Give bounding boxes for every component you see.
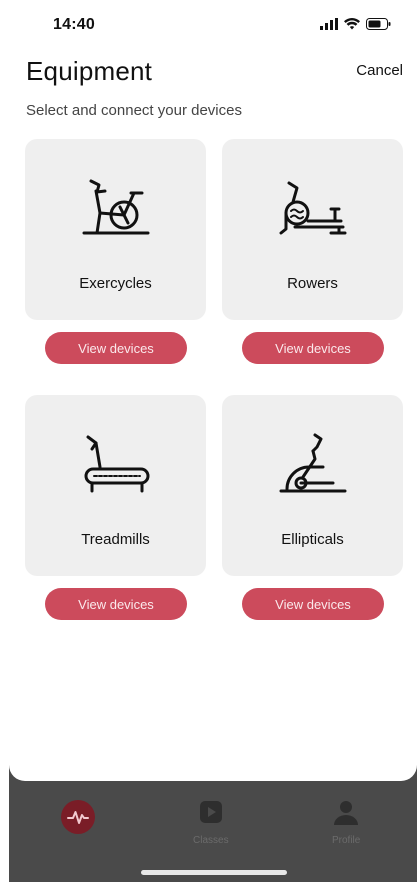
view-devices-button-rowers[interactable]: View devices bbox=[242, 332, 384, 364]
status-icons bbox=[320, 17, 391, 35]
wifi-icon bbox=[344, 17, 360, 35]
play-icon bbox=[199, 800, 223, 831]
status-bar: 14:40 bbox=[0, 0, 417, 50]
battery-icon bbox=[366, 17, 391, 35]
rower-icon bbox=[273, 177, 353, 243]
card-rowers[interactable]: Rowers bbox=[222, 139, 403, 320]
card-label: Treadmills bbox=[81, 531, 150, 548]
exercycle-icon bbox=[76, 177, 156, 243]
tab-label: Profile bbox=[332, 835, 361, 846]
cellular-signal-icon bbox=[320, 17, 338, 35]
card-treadmills[interactable]: Treadmills bbox=[25, 395, 206, 576]
cancel-button[interactable]: Cancel bbox=[356, 62, 403, 79]
tab-classes[interactable]: Classes bbox=[193, 800, 229, 846]
view-devices-button-treadmills[interactable]: View devices bbox=[45, 588, 187, 620]
card-label: Exercycles bbox=[79, 275, 152, 292]
card-label: Rowers bbox=[287, 275, 338, 292]
card-label: Ellipticals bbox=[281, 531, 344, 548]
card-ellipticals[interactable]: Ellipticals bbox=[222, 395, 403, 576]
card-exercycles[interactable]: Exercycles bbox=[25, 139, 206, 320]
home-indicator bbox=[141, 870, 287, 875]
elliptical-icon bbox=[273, 433, 353, 499]
activity-icon bbox=[61, 800, 95, 839]
view-devices-button-ellipticals[interactable]: View devices bbox=[242, 588, 384, 620]
status-time: 14:40 bbox=[53, 16, 95, 33]
tab-label: Classes bbox=[193, 835, 229, 846]
treadmill-icon bbox=[76, 433, 156, 499]
page-title: Equipment bbox=[26, 56, 153, 86]
tab-profile[interactable]: Profile bbox=[332, 800, 360, 846]
view-devices-button-exercycles[interactable]: View devices bbox=[45, 332, 187, 364]
person-icon bbox=[333, 800, 359, 831]
page-subtitle: Select and connect your devices bbox=[26, 102, 242, 119]
tab-activity[interactable] bbox=[61, 800, 95, 843]
